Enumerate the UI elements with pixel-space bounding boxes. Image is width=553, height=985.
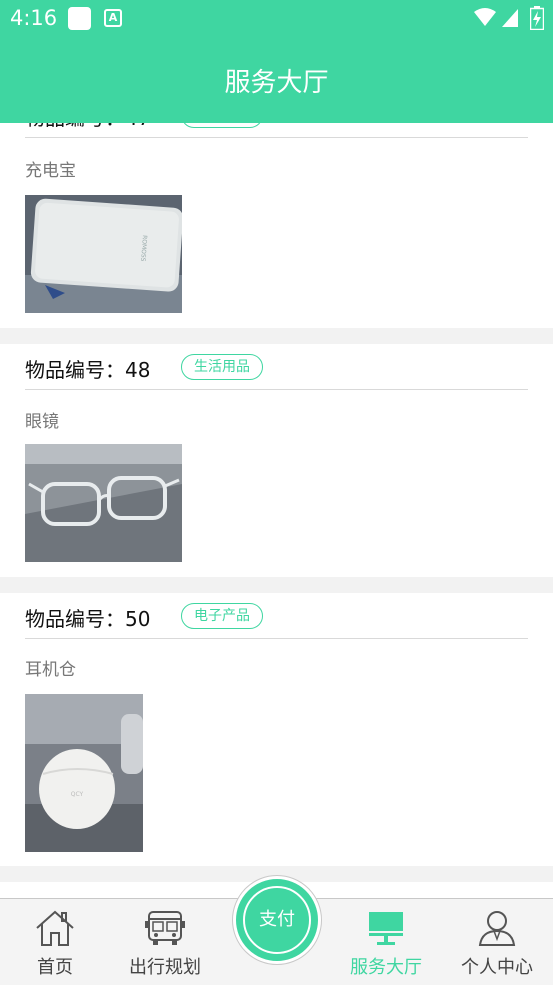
list-item[interactable]: 物品编号：48 生活用品 眼镜 [0, 344, 553, 577]
category-tag: 生活用品 [181, 354, 263, 380]
tab-travel-planning[interactable]: 出行规划 [110, 899, 220, 985]
item-name: 耳机仓 [25, 660, 76, 680]
item-header: 物品编号：50 电子产品 [25, 593, 528, 639]
tab-label: 个人中心 [461, 957, 533, 978]
battery-icon [530, 6, 544, 30]
user-icon [478, 911, 516, 946]
tab-personal-center[interactable]: 个人中心 [442, 899, 552, 985]
item-name: 充电宝 [25, 161, 76, 181]
tab-service-hall[interactable]: 服务大厅 [331, 899, 441, 985]
item-id-label: 物品编号：48 [25, 358, 151, 382]
wifi-icon [474, 8, 496, 26]
pay-button[interactable]: 支付 [232, 875, 322, 965]
category-tag: 电子产品 [181, 603, 263, 629]
pay-button-label: 支付 [243, 886, 311, 954]
item-photo-earbuds-case[interactable]: QCY [25, 694, 143, 852]
tab-home[interactable]: 首页 [0, 899, 110, 985]
svg-text:QCY: QCY [71, 791, 84, 798]
item-id-label: 物品编号：50 [25, 607, 151, 631]
item-photo-glasses[interactable] [25, 444, 182, 562]
home-icon [36, 910, 74, 946]
status-time: 4:16 [10, 6, 58, 30]
app-notification-icon: A [104, 9, 122, 27]
notification-icon [68, 7, 91, 30]
bus-icon [145, 911, 185, 945]
pay-button-ring: 支付 [236, 879, 318, 961]
tab-label: 出行规划 [129, 957, 201, 978]
item-header: 物品编号：48 生活用品 [25, 344, 528, 390]
status-bar: 4:16 A [0, 0, 553, 38]
list-item[interactable]: 物品编号：50 电子产品 耳机仓 QCY [0, 593, 553, 866]
app-header: 4:16 A 服务大厅 [0, 0, 553, 123]
tab-label: 首页 [37, 957, 73, 978]
tab-label: 服务大厅 [350, 957, 422, 978]
item-photo-power-bank[interactable]: ROMOSS [25, 195, 182, 313]
signal-icon [502, 9, 518, 27]
item-name: 眼镜 [25, 412, 59, 432]
page-title: 服务大厅 [224, 68, 329, 98]
list-item[interactable]: 物品编号：47 电子产品 充电宝 ROMOSS [0, 92, 553, 328]
monitor-icon [369, 912, 403, 945]
